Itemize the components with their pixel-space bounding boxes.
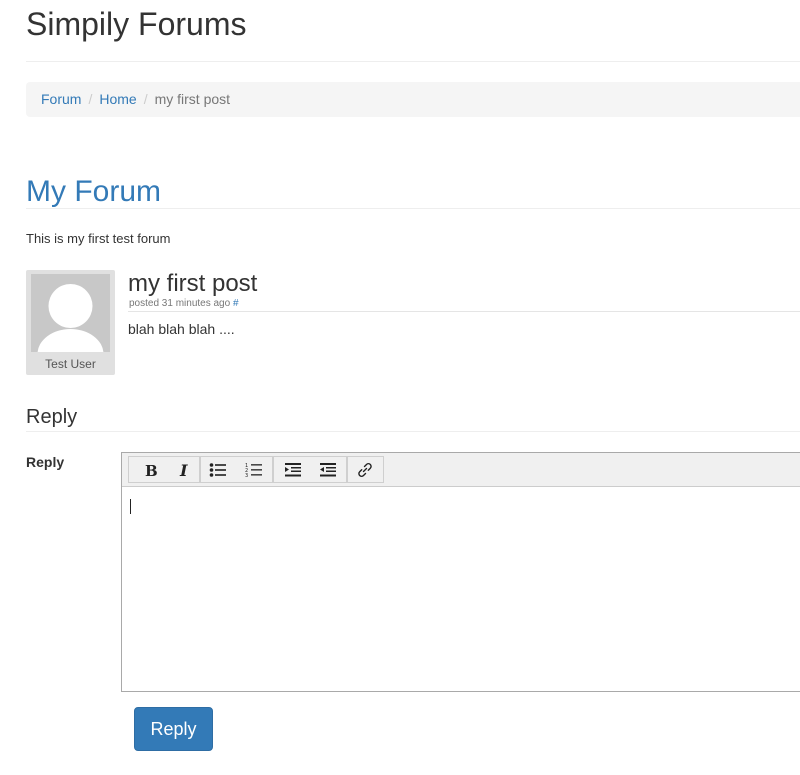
breadcrumb: Forum / Home / my first post [26, 82, 800, 117]
numbered-list-icon: 1 2 3 [245, 463, 262, 478]
reply-field-label: Reply [26, 454, 65, 470]
reply-text-area[interactable] [122, 486, 800, 691]
svg-text:B: B [145, 462, 158, 478]
site-title: Simpily Forums [26, 6, 247, 42]
post-body: blah blah blah .... [128, 321, 235, 337]
list-group: 1 2 3 [200, 456, 273, 483]
forum-divider [26, 208, 800, 209]
insert-link-button[interactable] [352, 457, 378, 482]
author-card: Test User [26, 270, 115, 375]
bold-button[interactable]: B [137, 457, 163, 482]
forum-title: My Forum [26, 175, 161, 208]
svg-text:3: 3 [245, 473, 248, 478]
default-user-icon [31, 274, 110, 352]
reply-heading: Reply [26, 406, 78, 428]
outdent-icon [320, 462, 336, 476]
breadcrumb-separator: / [88, 91, 93, 107]
reply-divider [26, 431, 800, 432]
link-group [347, 456, 384, 483]
reply-editor: B I 1 2 3 [121, 452, 800, 692]
bold-icon: B [145, 462, 158, 478]
post-title: my first post [128, 270, 258, 297]
post-meta: posted 31 minutes ago # [129, 298, 239, 310]
format-group: B I [128, 456, 200, 483]
header-divider [26, 61, 800, 62]
breadcrumb-forum-link[interactable]: Forum [41, 91, 81, 107]
bullet-list-icon [209, 462, 226, 477]
bullet-list-button[interactable] [205, 457, 231, 482]
breadcrumb-separator: / [143, 91, 148, 107]
breadcrumb-current: my first post [154, 91, 231, 107]
italic-button[interactable]: I [171, 457, 197, 482]
numbered-list-button[interactable]: 1 2 3 [241, 457, 267, 482]
italic-icon: I [179, 462, 188, 478]
svg-text:I: I [179, 462, 188, 478]
editor-toolbar: B I 1 2 3 [122, 453, 800, 487]
post-permalink[interactable]: # [233, 298, 239, 309]
breadcrumb-home-link[interactable]: Home [99, 91, 136, 107]
link-icon [358, 462, 372, 477]
author-name: Test User [45, 357, 96, 371]
forum-description: This is my first test forum [26, 231, 171, 246]
avatar [31, 274, 110, 352]
indent-group [273, 456, 347, 483]
indent-button[interactable] [280, 457, 306, 482]
post-timestamp: posted 31 minutes ago [129, 298, 231, 309]
reply-submit-button[interactable]: Reply [134, 707, 213, 751]
post-divider [128, 311, 800, 312]
text-cursor [130, 499, 131, 514]
outdent-button[interactable] [315, 457, 341, 482]
indent-icon [285, 462, 301, 476]
